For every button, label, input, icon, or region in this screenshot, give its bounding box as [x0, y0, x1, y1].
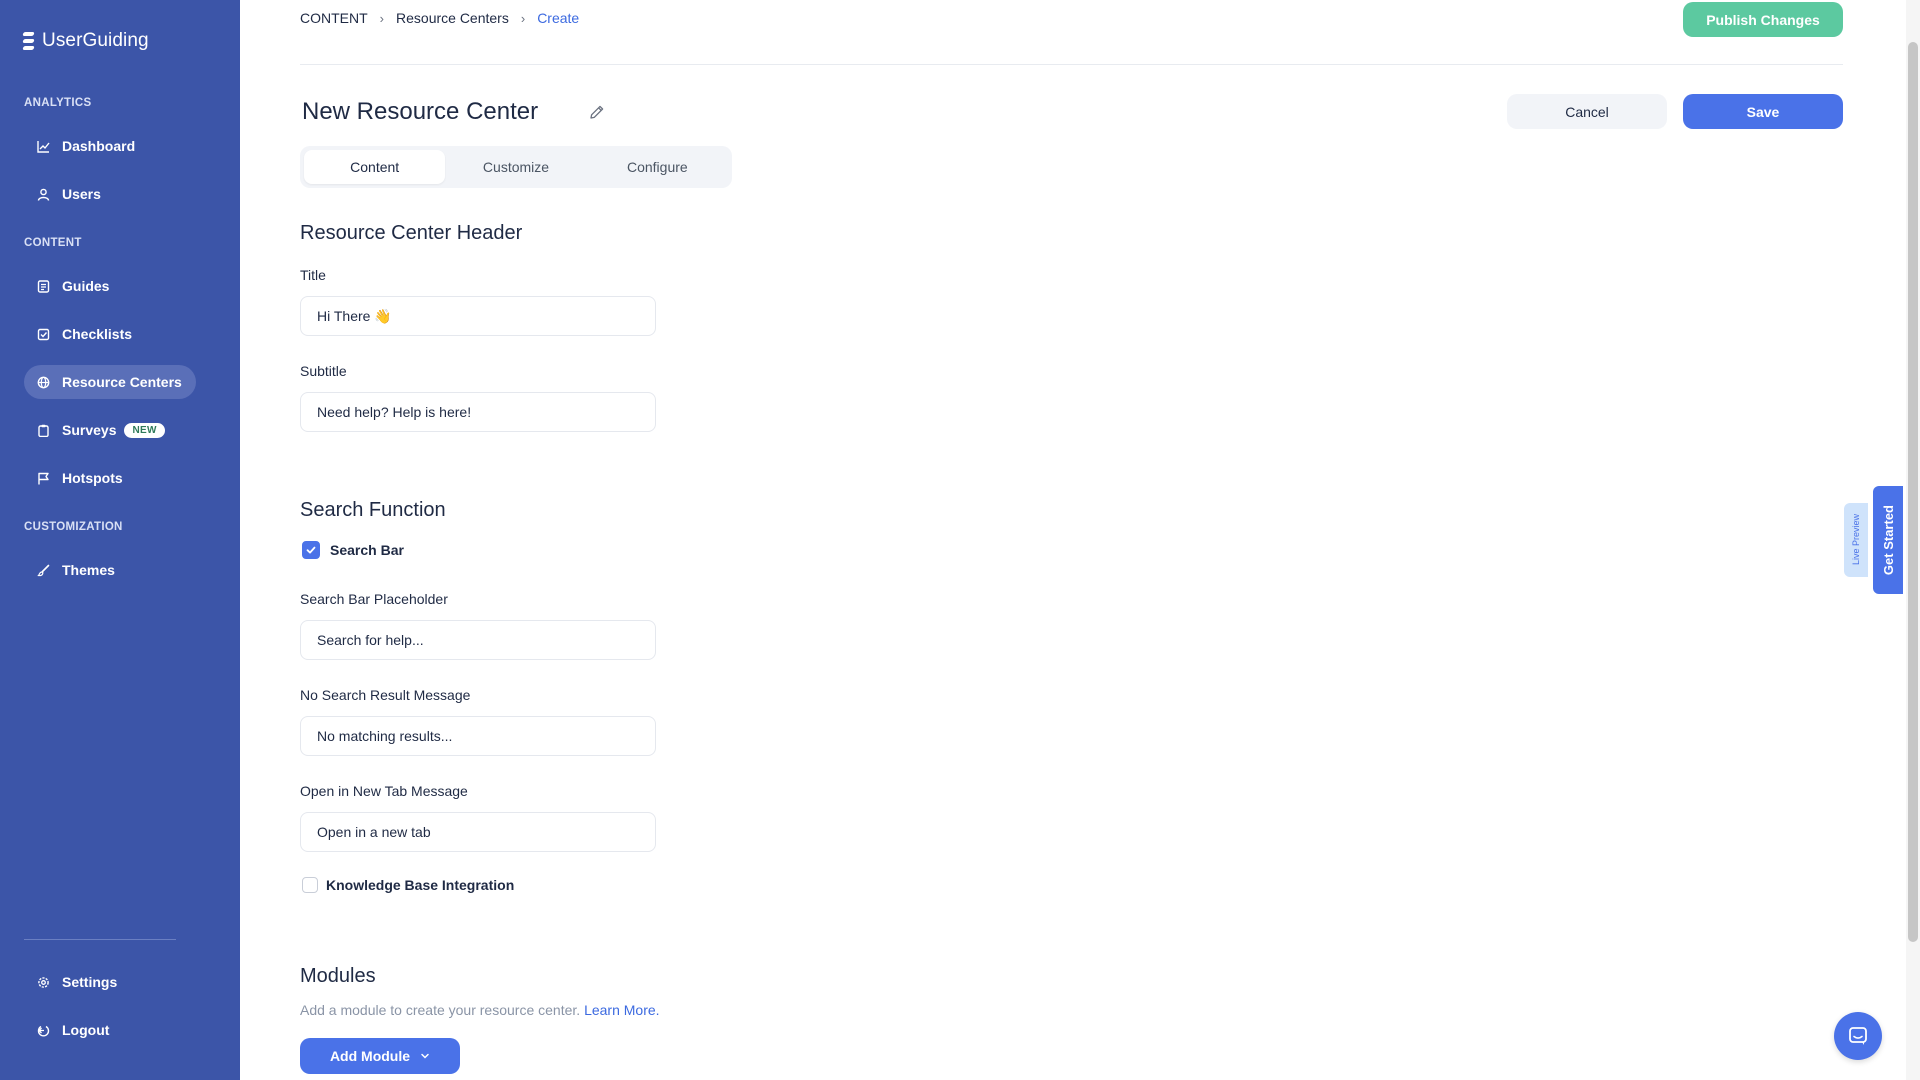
sidebar-item-label: Hotspots [62, 470, 123, 486]
sidebar-divider [24, 939, 176, 940]
sidebar-item-label: Surveys [62, 422, 117, 438]
sidebar-item-checklists[interactable]: Checklists [24, 317, 146, 351]
header-divider [300, 64, 1843, 65]
get-started-label: Get Started [1880, 504, 1896, 576]
new-badge: NEW [124, 422, 165, 438]
userguiding-logo-icon [22, 30, 36, 52]
scrollbar-thumb[interactable] [1908, 42, 1918, 942]
sidebar-item-label: Users [62, 186, 101, 202]
save-button[interactable]: Save [1683, 94, 1843, 129]
sidebar-item-dashboard[interactable]: Dashboard [24, 129, 149, 163]
sidebar-item-label: Guides [62, 278, 110, 294]
search-bar-label: Search Bar [330, 542, 404, 558]
add-module-button[interactable]: Add Module [300, 1038, 460, 1074]
add-module-label: Add Module [329, 1048, 411, 1064]
logout-icon [36, 1023, 50, 1037]
section-title-header: Resource Center Header [300, 222, 523, 244]
chevron-down-icon [421, 1053, 429, 1059]
tab-bar: Content Customize Configure [300, 146, 732, 188]
new-tab-input[interactable] [300, 812, 656, 852]
learn-more-link[interactable]: Learn More. [584, 1002, 659, 1018]
chat-icon [1849, 1027, 1867, 1045]
no-result-label: No Search Result Message [300, 687, 471, 703]
knowledge-base-checkbox[interactable] [302, 877, 318, 893]
get-started-tab[interactable]: Get Started [1873, 486, 1903, 594]
new-tab-label: Open in New Tab Message [300, 783, 468, 799]
section-label-content: CONTENT [24, 237, 82, 249]
gear-icon [36, 975, 50, 989]
chevron-right-icon: › [379, 10, 385, 26]
sidebar-item-resource-centers[interactable]: Resource Centers [24, 365, 196, 399]
chat-launcher-button[interactable] [1834, 1012, 1882, 1060]
live-preview-tab[interactable]: Live Preview [1844, 503, 1868, 577]
section-title-search: Search Function [300, 499, 446, 521]
cancel-button[interactable]: Cancel [1507, 94, 1667, 129]
user-icon [36, 187, 50, 201]
document-icon [36, 279, 50, 293]
brand-name: UserGuiding [42, 30, 149, 51]
clipboard-icon [36, 423, 50, 437]
tab-customize[interactable]: Customize [445, 150, 586, 184]
sidebar-item-surveys[interactable]: Surveys NEW [24, 413, 179, 447]
subtitle-label: Subtitle [300, 363, 347, 379]
search-placeholder-input[interactable] [300, 620, 656, 660]
brush-icon [36, 563, 50, 577]
page-scrollbar[interactable] [1906, 0, 1920, 1080]
flag-icon [36, 471, 50, 485]
breadcrumb-current: Create [537, 10, 580, 26]
sidebar-item-hotspots[interactable]: Hotspots [24, 461, 137, 495]
no-result-input[interactable] [300, 716, 656, 756]
sidebar-item-label: Dashboard [62, 138, 136, 154]
knowledge-base-toggle[interactable]: Knowledge Base Integration [302, 877, 514, 893]
search-bar-toggle[interactable]: Search Bar [302, 541, 404, 559]
page-title: New Resource Center [302, 98, 539, 125]
sidebar-item-label: Themes [62, 562, 115, 578]
breadcrumb-root[interactable]: CONTENT [300, 10, 368, 26]
checklist-icon [36, 327, 50, 341]
section-label-customization: CUSTOMIZATION [24, 521, 123, 533]
section-label-analytics: ANALYTICS [24, 97, 92, 109]
breadcrumb-resource-centers[interactable]: Resource Centers [396, 10, 509, 26]
sidebar-item-label: Logout [62, 1022, 110, 1038]
sidebar-item-label: Resource Centers [62, 374, 182, 390]
subtitle-input[interactable] [300, 392, 656, 432]
knowledge-base-label: Knowledge Base Integration [326, 877, 515, 893]
placeholder-label: Search Bar Placeholder [300, 591, 448, 607]
check-icon [306, 546, 316, 554]
sidebar-item-users[interactable]: Users [24, 177, 115, 211]
pencil-icon[interactable] [588, 103, 606, 121]
sidebar-item-themes[interactable]: Themes [24, 553, 129, 587]
logo[interactable]: UserGuiding [22, 30, 149, 52]
sidebar-item-logout[interactable]: Logout [24, 1013, 123, 1047]
globe-icon [36, 375, 50, 389]
sidebar-item-label: Checklists [62, 326, 133, 342]
sidebar: UserGuiding ANALYTICS Dashboard Users CO… [0, 0, 240, 1080]
search-bar-checkbox[interactable] [302, 541, 320, 559]
sidebar-item-label: Settings [62, 974, 118, 990]
sidebar-item-settings[interactable]: Settings [24, 965, 131, 999]
modules-description: Add a module to create your resource cen… [300, 1002, 660, 1018]
breadcrumb: CONTENT › Resource Centers › Create [300, 10, 579, 26]
tab-configure[interactable]: Configure [587, 150, 728, 184]
live-preview-label: Live Preview [1851, 514, 1861, 566]
modules-description-text: Add a module to create your resource cen… [300, 1002, 581, 1018]
title-label: Title [300, 267, 326, 283]
title-input[interactable] [300, 296, 656, 336]
section-title-modules: Modules [300, 965, 376, 987]
chevron-right-icon: › [520, 10, 526, 26]
sidebar-item-guides[interactable]: Guides [24, 269, 123, 303]
publish-changes-button[interactable]: Publish Changes [1683, 2, 1843, 37]
chart-icon [36, 139, 50, 153]
tab-content[interactable]: Content [304, 150, 446, 184]
